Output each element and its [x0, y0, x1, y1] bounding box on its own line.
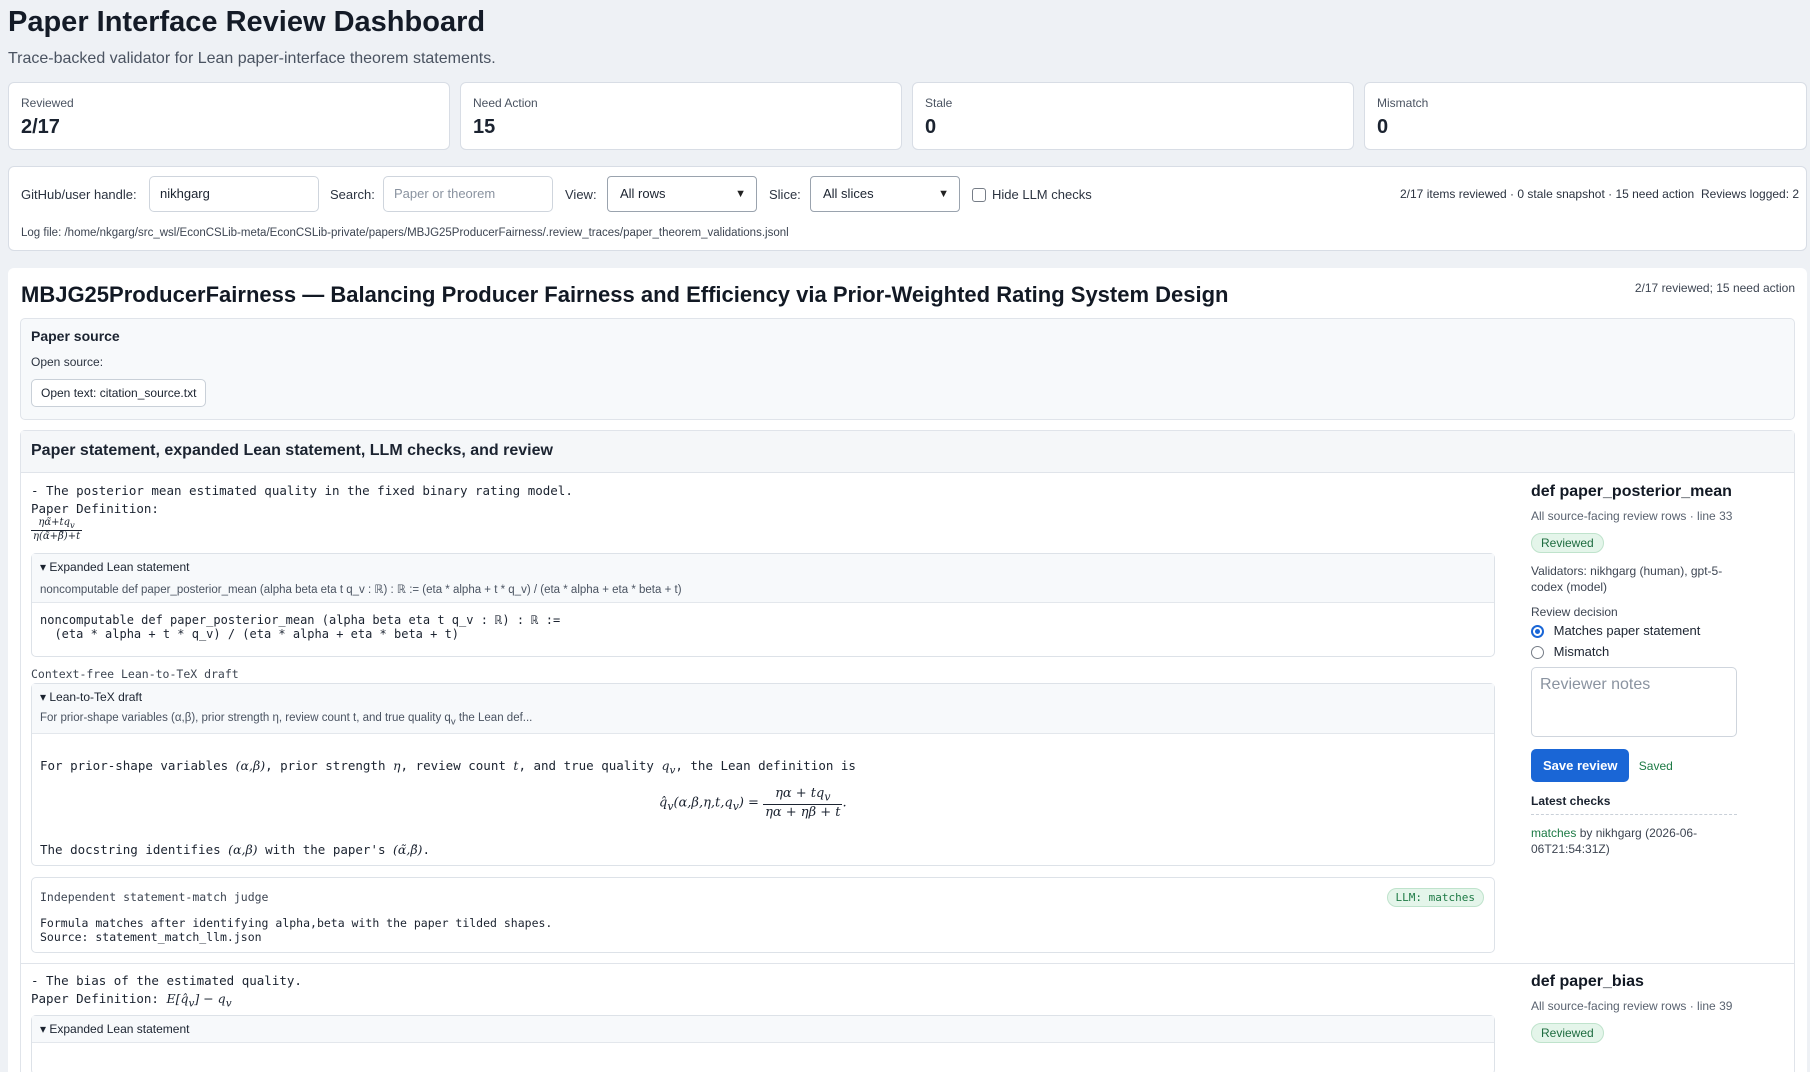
open-source-label: Open source:	[31, 355, 104, 369]
statements-section: Paper statement, expanded Lean statement…	[20, 430, 1795, 1072]
stat-value: 2/17	[21, 116, 60, 138]
latest-checks-heading: Latest checks	[1531, 794, 1737, 816]
open-text-button[interactable]: Open text: citation_source.txt	[31, 379, 207, 407]
draft-caption: Context-free Lean-to-TeX draft	[31, 667, 239, 681]
stat-card-stale: Stale 0	[912, 82, 1354, 150]
status-badge: Reviewed	[1531, 1023, 1604, 1043]
validators: Validators: nikhgarg (human), gpt-5-code…	[1531, 564, 1723, 594]
view-label: View:	[565, 187, 597, 202]
statement-description: - The bias of the estimated quality.	[31, 973, 302, 988]
stat-label: Mismatch	[1377, 96, 1429, 110]
page-title: Paper Interface Review Dashboard	[8, 6, 486, 38]
statement-judge-panel: Independent statement-match judge LLM: m…	[31, 877, 1495, 953]
slice-select[interactable]: All slices ▼	[810, 176, 960, 212]
docstring-note: The docstring identifies (α,β) with the …	[40, 842, 430, 857]
hide-llm-label: Hide LLM checks	[992, 187, 1092, 202]
radio-mismatch[interactable]	[1531, 646, 1544, 660]
row-meta: All source-facing review rows · line 33	[1531, 509, 1733, 523]
status-badge: Reviewed	[1531, 533, 1604, 553]
chevron-down-icon: ▼	[735, 188, 746, 200]
lean-to-tex-toggle[interactable]: ▾ Lean-to-TeX draft	[40, 690, 1486, 704]
latest-check-entry: matches by nikhgarg (2026-06-06T21:54:31…	[1531, 826, 1698, 857]
paper-progress: 2/17 reviewed; 15 need action	[1634, 281, 1795, 295]
stat-value: 0	[925, 116, 937, 138]
expanded-lean-toggle[interactable]: ▾ Expanded Lean statement	[40, 560, 1486, 574]
slice-label: Slice:	[769, 187, 801, 202]
review-sidebar: def paper_bias All source-facing review …	[1531, 973, 1791, 1043]
review-summary: 2/17 items reviewed · 0 stale snapshot ·…	[1400, 187, 1695, 201]
judge-caption: Independent statement-match judge	[40, 890, 269, 904]
stat-card-need-action: Need Action 15	[460, 82, 902, 150]
paper-definition-label: Paper Definition: E[q̂v] − qv	[31, 991, 232, 1010]
stat-value: 15	[473, 116, 496, 138]
stat-label: Need Action	[473, 96, 538, 110]
review-sidebar: def paper_posterior_mean All source-faci…	[1531, 483, 1791, 857]
row-meta: All source-facing review rows · line 39	[1531, 999, 1733, 1013]
log-file-path: Log file: /home/nkgarg/src_wsl/EconCSLib…	[21, 227, 789, 239]
saved-indicator: Saved	[1638, 759, 1673, 774]
save-review-button[interactable]: Save review	[1531, 749, 1630, 783]
paper-source-heading: Paper source	[31, 328, 120, 344]
option-mismatch[interactable]: Mismatch	[1531, 644, 1791, 660]
paper-definition-label: Paper Definition:	[31, 501, 159, 516]
expanded-lean-panel: ▾ Expanded Lean statement noncomputable …	[31, 553, 1495, 657]
row-divider	[21, 963, 1794, 964]
view-select[interactable]: All rows ▼	[607, 176, 757, 212]
tex-display-equation: q̂v(α,β,η,t,qv) = ηα + tqv ηα + ηβ + t.	[659, 786, 847, 820]
lean-def-name: def paper_posterior_mean	[1531, 483, 1732, 500]
stat-card-reviewed: Reviewed 2/17	[8, 82, 450, 150]
stat-value: 0	[1377, 116, 1389, 138]
handle-input[interactable]: nikhgarg	[149, 176, 319, 212]
llm-status-badge: LLM: matches	[1386, 888, 1484, 907]
paper-formula: ηα̃+tqv η(α̃+β̃)+t	[31, 517, 83, 542]
radio-matches[interactable]	[1531, 625, 1544, 639]
option-matches[interactable]: Matches paper statement	[1531, 623, 1791, 639]
expanded-lean-summary: noncomputable def paper_posterior_mean (…	[40, 584, 682, 596]
lean-to-tex-summary: For prior-shape variables (α,β), prior s…	[40, 712, 533, 728]
expanded-lean-toggle[interactable]: ▾ Expanded Lean statement	[40, 1022, 1486, 1036]
chevron-down-icon: ▼	[938, 188, 949, 200]
expanded-lean-panel: ▾ Expanded Lean statement	[31, 1015, 1495, 1072]
judge-text: Formula matches after identifying alpha,…	[40, 916, 553, 944]
page-subtitle: Trace-backed validator for Lean paper-in…	[8, 50, 496, 67]
stat-label: Stale	[925, 96, 953, 110]
lean-to-tex-panel: ▾ Lean-to-TeX draft For prior-shape vari…	[31, 683, 1495, 866]
section-heading: Paper statement, expanded Lean statement…	[21, 431, 1794, 473]
handle-label: GitHub/user handle:	[21, 187, 137, 202]
hide-llm-checkbox[interactable]	[972, 188, 986, 202]
view-select-value: All rows	[620, 186, 666, 201]
paper-card: MBJG25ProducerFairness — Balancing Produ…	[8, 268, 1807, 1072]
search-input[interactable]: Paper or theorem	[383, 176, 553, 212]
reviewer-notes-textarea[interactable]: Reviewer notes	[1531, 667, 1737, 738]
reviews-logged: Reviews logged: 2	[1701, 187, 1800, 201]
search-label: Search:	[330, 187, 375, 202]
paper-title: MBJG25ProducerFairness — Balancing Produ…	[21, 282, 1229, 307]
stat-card-mismatch: Mismatch 0	[1364, 82, 1807, 150]
tex-draft-text: For prior-shape variables (α,β), prior s…	[40, 758, 856, 777]
lean-code-block: noncomputable def paper_posterior_mean (…	[40, 613, 561, 641]
stat-label: Reviewed	[21, 96, 74, 110]
paper-source-panel: Paper source Open source: Open text: cit…	[20, 318, 1795, 420]
lean-def-name: def paper_bias	[1531, 973, 1644, 990]
statement-description: - The posterior mean estimated quality i…	[31, 483, 573, 498]
review-decision-label: Review decision	[1531, 605, 1618, 619]
slice-select-value: All slices	[823, 186, 874, 201]
filter-controls: GitHub/user handle: nikhgarg Search: Pap…	[8, 166, 1807, 251]
